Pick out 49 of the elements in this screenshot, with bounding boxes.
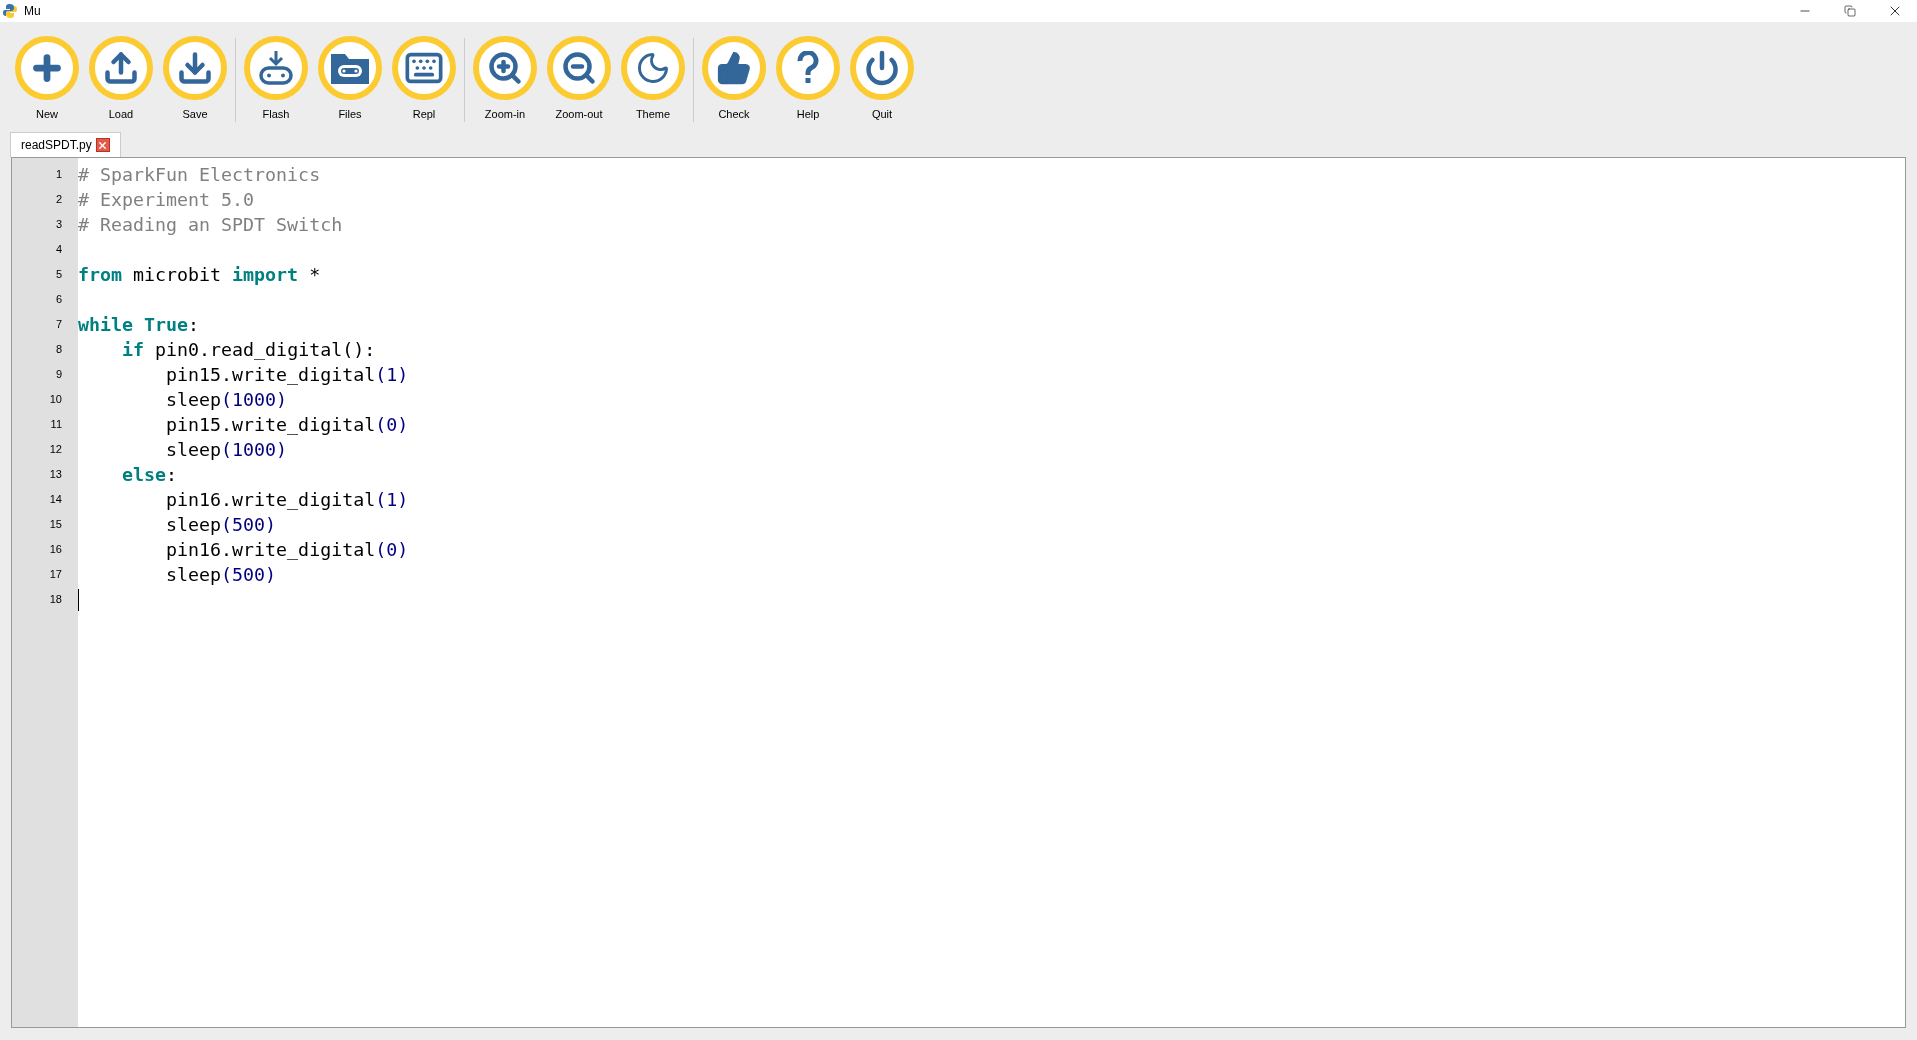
code-line: else: bbox=[121, 462, 178, 487]
window-title: Mu bbox=[24, 3, 41, 20]
code-line: if pin0.read_digital(): bbox=[121, 337, 376, 362]
download-icon bbox=[177, 50, 213, 86]
line-number: 16 bbox=[49, 542, 62, 558]
line-number: 7 bbox=[55, 317, 62, 333]
moon-icon bbox=[635, 50, 671, 86]
line-number: 6 bbox=[55, 292, 62, 308]
line-number: 8 bbox=[55, 342, 62, 358]
code-line: sleep(500) bbox=[165, 562, 277, 587]
tab-label: readSPDT.py bbox=[21, 137, 92, 154]
line-number: 18 bbox=[49, 592, 62, 608]
zoom-in-icon bbox=[487, 50, 523, 86]
tab-close-button[interactable] bbox=[95, 138, 110, 152]
line-number: 13 bbox=[49, 467, 62, 483]
code-line: pin15.write_digital(0) bbox=[165, 412, 409, 437]
question-mark-icon bbox=[797, 51, 819, 85]
code-line: # SparkFun Electronics bbox=[78, 162, 321, 187]
thumbs-up-icon bbox=[716, 50, 752, 86]
line-number: 1 bbox=[55, 167, 62, 183]
restore-icon bbox=[1843, 5, 1856, 17]
upload-icon bbox=[103, 50, 139, 86]
code-line: sleep(500) bbox=[165, 512, 277, 537]
zoom-out-icon bbox=[561, 50, 597, 86]
line-number: 11 bbox=[50, 417, 62, 433]
code-line: # Reading an SPDT Switch bbox=[78, 212, 343, 237]
code-line: pin15.write_digital(1) bbox=[165, 362, 409, 387]
code-line: from microbit import * bbox=[78, 262, 321, 287]
line-number: 9 bbox=[55, 367, 62, 383]
close-icon bbox=[97, 139, 109, 151]
code-line: sleep(1000) bbox=[165, 387, 288, 412]
line-number: 3 bbox=[55, 217, 62, 233]
code-line: pin16.write_digital(1) bbox=[165, 487, 409, 512]
line-number: 15 bbox=[49, 517, 62, 533]
line-number: 14 bbox=[49, 492, 62, 508]
line-number: 12 bbox=[49, 442, 62, 458]
code-line: # Experiment 5.0 bbox=[78, 187, 255, 212]
code-line: pin16.write_digital(0) bbox=[165, 537, 409, 562]
file-tab[interactable]: readSPDT.py bbox=[10, 132, 121, 157]
line-number: 10 bbox=[49, 392, 62, 408]
code-line: while True: bbox=[78, 312, 200, 337]
line-number: 17 bbox=[49, 567, 62, 583]
line-number: 5 bbox=[55, 267, 62, 283]
line-number: 4 bbox=[55, 242, 62, 258]
device-download-icon bbox=[256, 48, 296, 88]
python-logo-icon bbox=[2, 3, 18, 19]
power-icon bbox=[864, 50, 900, 86]
code-line: sleep(1000) bbox=[165, 437, 288, 462]
line-number: 2 bbox=[55, 192, 62, 208]
